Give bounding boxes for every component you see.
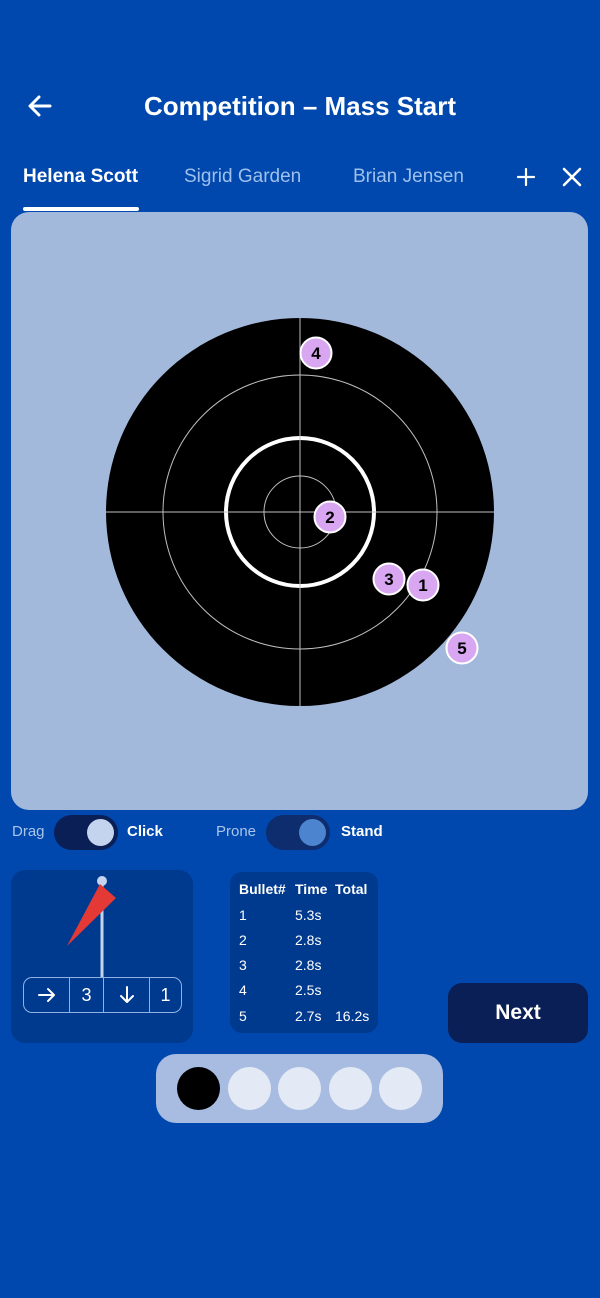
- plus-icon: [516, 167, 536, 187]
- row-5-time: 2.7s: [295, 1008, 322, 1024]
- target-face: 4 2 3 1 5: [106, 318, 494, 706]
- svg-text:3: 3: [384, 570, 393, 589]
- shot-indicator-5: [379, 1067, 422, 1110]
- wind-horizontal-direction[interactable]: [24, 978, 70, 1012]
- add-athlete-button[interactable]: [512, 162, 540, 192]
- row-1-time: 5.3s: [295, 907, 322, 923]
- row-1-bullet: 1: [239, 907, 247, 923]
- next-button[interactable]: Next: [448, 983, 588, 1043]
- tab-brian-jensen[interactable]: Brian Jensen: [353, 164, 464, 190]
- shot-indicator-4: [329, 1067, 372, 1110]
- arrow-down-icon: [119, 986, 134, 1003]
- shot-indicators: [156, 1054, 443, 1123]
- row-5-bullet: 5: [239, 1008, 247, 1024]
- close-button[interactable]: [557, 162, 587, 192]
- shot-marker-2[interactable]: 2: [313, 500, 347, 534]
- click-label: Click: [127, 823, 163, 840]
- row-2-bullet: 2: [239, 932, 247, 948]
- row-3-time: 2.8s: [295, 957, 322, 973]
- shot-marker-1[interactable]: 1: [406, 568, 440, 602]
- svg-text:4: 4: [311, 344, 321, 363]
- target-area[interactable]: 4 2 3 1 5: [11, 212, 588, 810]
- wind-panel: 3 1: [11, 870, 193, 1043]
- header-bullet: Bullet#: [239, 881, 286, 897]
- shot-indicator-1: [177, 1067, 220, 1110]
- stand-label: Stand: [341, 823, 383, 840]
- shot-marker-5[interactable]: 5: [445, 631, 479, 665]
- header-time: Time: [295, 881, 328, 897]
- prone-stand-toggle[interactable]: [266, 815, 330, 850]
- arrow-right-icon: [37, 988, 55, 1002]
- row-3-bullet: 3: [239, 957, 247, 973]
- header-total: Total: [335, 881, 368, 897]
- shot-stats-table: Bullet# Time Total 1 5.3s 2 2.8s 3 2.8s …: [230, 872, 378, 1033]
- active-tab-indicator: [23, 207, 139, 211]
- svg-text:2: 2: [325, 508, 334, 527]
- shot-marker-4[interactable]: 4: [299, 336, 333, 370]
- shot-indicator-2: [228, 1067, 271, 1110]
- wind-horizontal-value[interactable]: 3: [70, 978, 104, 1012]
- wind-vertical-value[interactable]: 1: [150, 978, 181, 1012]
- drag-label: Drag: [12, 823, 45, 840]
- shot-marker-3[interactable]: 3: [372, 562, 406, 596]
- tab-helena-scott[interactable]: Helena Scott: [23, 164, 138, 190]
- close-icon: [562, 167, 582, 187]
- row-4-time: 2.5s: [295, 982, 322, 998]
- svg-text:1: 1: [418, 576, 427, 595]
- prone-label: Prone: [216, 823, 257, 840]
- wind-flag-icon: [67, 876, 116, 977]
- page-title: Competition – Mass Start: [143, 91, 457, 121]
- svg-text:5: 5: [457, 639, 466, 658]
- wind-vertical-direction[interactable]: [104, 978, 150, 1012]
- toggle-knob: [299, 819, 326, 846]
- row-2-time: 2.8s: [295, 932, 322, 948]
- row-5-total: 16.2s: [335, 1008, 370, 1024]
- toggle-knob: [87, 819, 114, 846]
- wind-controls: 3 1: [23, 977, 182, 1013]
- tab-sigrid-garden[interactable]: Sigrid Garden: [184, 164, 301, 190]
- row-4-bullet: 4: [239, 982, 247, 998]
- shot-indicator-3: [278, 1067, 321, 1110]
- drag-click-toggle[interactable]: [54, 815, 118, 850]
